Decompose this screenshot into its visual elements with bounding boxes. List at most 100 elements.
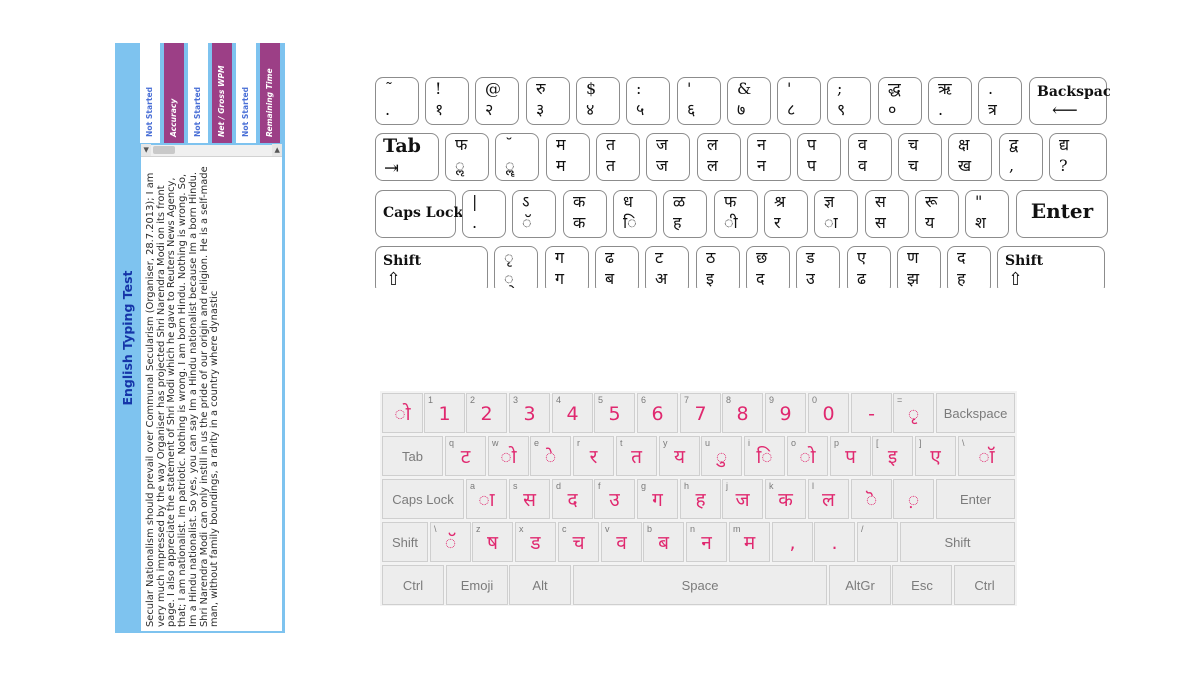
osk-key[interactable]: qट <box>445 436 486 476</box>
osk-key[interactable]: 44 <box>552 393 593 433</box>
osk-key[interactable]: oो <box>787 436 828 476</box>
osk-key[interactable]: lल <box>808 479 849 519</box>
kruti-key[interactable]: द्य? <box>1049 133 1107 181</box>
kruti-key[interactable]: ˜. <box>375 77 419 125</box>
kruti-key[interactable]: वव <box>848 133 892 181</box>
kruti-key[interactable]: रु ३ <box>526 77 570 125</box>
osk-key[interactable]: bब <box>643 522 684 562</box>
osk-key-alt[interactable]: Alt <box>509 565 571 605</box>
kruti-key[interactable]: ळह <box>663 190 707 238</box>
osk-key[interactable]: jज <box>722 479 763 519</box>
scroll-thumb[interactable] <box>153 146 175 154</box>
osk-key-shift[interactable]: Shift <box>900 522 1015 562</box>
kruti-key[interactable]: $४ <box>576 77 620 125</box>
osk-key[interactable]: ़ <box>893 479 934 519</box>
osk-key-esc[interactable]: Esc <box>892 565 952 605</box>
kruti-key[interactable]: रू य <box>915 190 959 238</box>
osk-key[interactable]: vव <box>601 522 642 562</box>
osk-key[interactable]: \ॅ <box>430 522 471 562</box>
osk-key[interactable]: pप <box>830 436 871 476</box>
osk-key[interactable]: 55 <box>594 393 635 433</box>
osk-key[interactable]: yय <box>659 436 700 476</box>
osk-key[interactable]: . <box>814 522 855 562</box>
osk-key[interactable]: eे <box>530 436 571 476</box>
osk-key[interactable]: rर <box>573 436 614 476</box>
osk-key[interactable]: uु <box>701 436 742 476</box>
osk-key[interactable]: tत <box>616 436 657 476</box>
kruti-key[interactable]: धि <box>613 190 657 238</box>
kruti-key[interactable]: @२ <box>475 77 519 125</box>
kruti-key-enter[interactable]: Enter <box>1016 190 1108 238</box>
kruti-key[interactable]: दह <box>947 246 991 288</box>
kruti-key[interactable]: चच <box>898 133 942 181</box>
osk-key[interactable]: ॆ <box>851 479 892 519</box>
osk-key-ctrl[interactable]: Ctrl <box>954 565 1015 605</box>
kruti-key[interactable]: नन <box>747 133 791 181</box>
kruti-key[interactable]: तत <box>596 133 640 181</box>
kruti-key[interactable]: छद <box>746 246 790 288</box>
osk-key[interactable]: dद <box>552 479 593 519</box>
osk-key[interactable]: / <box>857 522 898 562</box>
kruti-key-shift[interactable]: Shift ⇧ <box>997 246 1105 288</box>
osk-key[interactable]: , <box>772 522 813 562</box>
osk-key[interactable]: 88 <box>722 393 763 433</box>
osk-key[interactable]: [इ <box>872 436 913 476</box>
osk-key-shift[interactable]: Shift <box>382 522 428 562</box>
kruti-key[interactable]: ' ८ <box>777 77 821 125</box>
osk-key[interactable]: 99 <box>765 393 806 433</box>
kruti-key[interactable]: ज्ञा <box>814 190 858 238</box>
kruti-key[interactable]: द्ध ० <box>878 77 922 125</box>
osk-key[interactable]: aा <box>466 479 507 519</box>
kruti-key[interactable]: फी <box>714 190 758 238</box>
osk-key[interactable]: hह <box>680 479 721 519</box>
osk-key[interactable]: =ृ <box>893 393 934 433</box>
kruti-key[interactable]: पप <box>797 133 841 181</box>
kruti-key[interactable]: टअ <box>645 246 689 288</box>
kruti-key[interactable]: ृ् <box>494 246 538 288</box>
scroll-left-arrow-icon[interactable]: ◀ <box>141 144 151 156</box>
kruti-key-shift[interactable]: Shift ⇧ <box>375 246 488 288</box>
osk-key[interactable]: iि <box>744 436 785 476</box>
kruti-key[interactable]: द्व, <box>999 133 1043 181</box>
osk-key[interactable]: 11 <box>424 393 465 433</box>
osk-key[interactable]: cच <box>558 522 599 562</box>
osk-key[interactable]: wो <box>488 436 529 476</box>
osk-key[interactable]: ] ए <box>915 436 956 476</box>
kruti-key[interactable]: मम <box>546 133 590 181</box>
osk-key[interactable]: 66 <box>637 393 678 433</box>
osk-key-emoji[interactable]: Emoji <box>446 565 508 605</box>
osk-key-tab[interactable]: Tab <box>382 436 443 476</box>
osk-key[interactable]: zष <box>472 522 513 562</box>
osk-key-backspace[interactable]: Backspace <box>936 393 1015 433</box>
kruti-key[interactable]: लल <box>697 133 741 181</box>
osk-key[interactable]: 33 <box>509 393 550 433</box>
kruti-key[interactable]: ठइ <box>696 246 740 288</box>
kruti-key[interactable]: एढ <box>847 246 891 288</box>
passage-scrollbar[interactable]: ◀ ▶ <box>141 144 282 157</box>
osk-key-enter[interactable]: Enter <box>936 479 1015 519</box>
osk-key[interactable]: sस <box>509 479 550 519</box>
osk-key-caps-lock[interactable]: Caps Lock <box>382 479 464 519</box>
kruti-key[interactable]: " श <box>965 190 1009 238</box>
kruti-key[interactable]: गग <box>545 246 589 288</box>
kruti-key[interactable]: फॢ <box>445 133 489 181</box>
kruti-key[interactable]: ˘ॣ <box>495 133 539 181</box>
osk-key[interactable]: kक <box>765 479 806 519</box>
osk-key[interactable]: nन <box>686 522 727 562</box>
kruti-key[interactable]: . त्र <box>978 77 1022 125</box>
kruti-key[interactable]: ऽॅ <box>512 190 556 238</box>
kruti-key-backspace[interactable]: Backspace⟵ <box>1029 77 1110 125</box>
osk-key-altgr[interactable]: AltGr <box>829 565 891 605</box>
kruti-key[interactable]: डउ <box>796 246 840 288</box>
kruti-key[interactable]: & ७ <box>727 77 771 125</box>
kruti-key[interactable]: :५ <box>626 77 670 125</box>
kruti-key[interactable]: ; ९ <box>827 77 871 125</box>
osk-key[interactable]: \ॉ <box>958 436 1015 476</box>
osk-key-ctrl[interactable]: Ctrl <box>382 565 444 605</box>
kruti-key[interactable]: |. <box>462 190 506 238</box>
osk-key[interactable]: 22 <box>466 393 507 433</box>
osk-key[interactable]: gग <box>637 479 678 519</box>
kruti-key[interactable]: सस <box>865 190 909 238</box>
osk-key[interactable]: 77 <box>680 393 721 433</box>
kruti-key-tab[interactable]: Tab ⇥ <box>375 133 439 181</box>
